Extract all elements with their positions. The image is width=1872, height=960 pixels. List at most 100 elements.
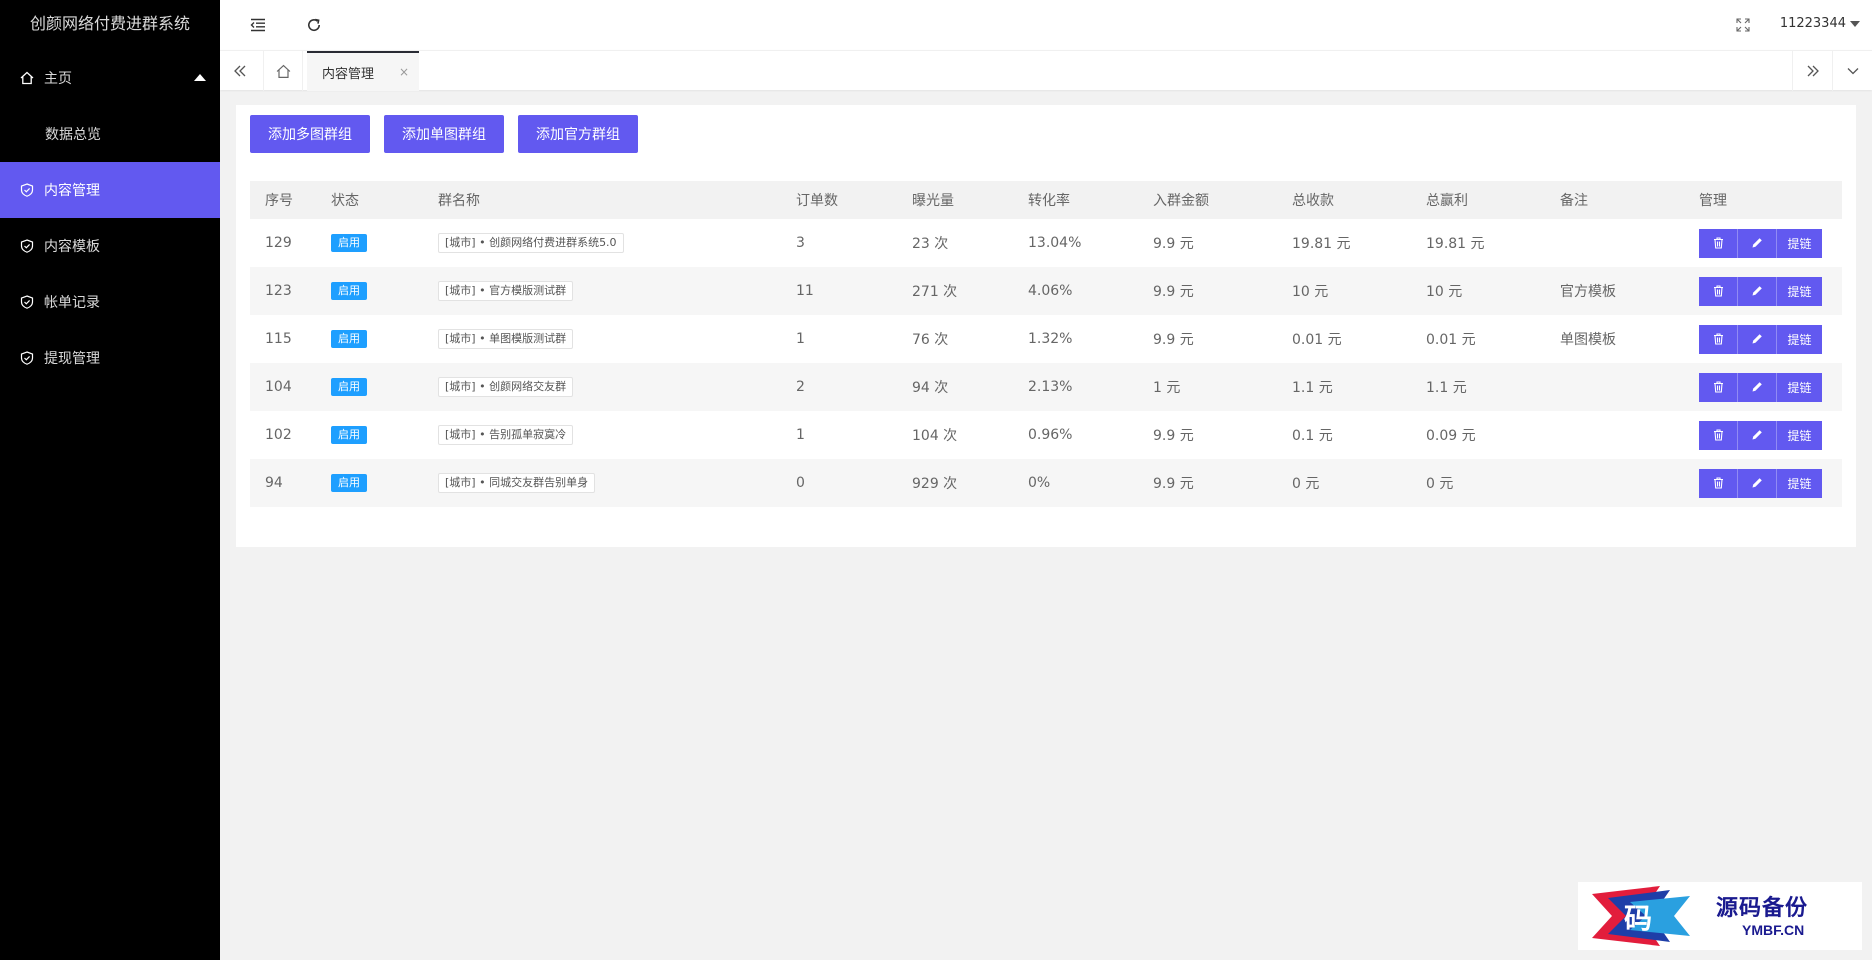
fullscreen-icon[interactable] xyxy=(1732,14,1754,36)
sidebar-subitem-overview[interactable]: 数据总览 xyxy=(0,106,220,162)
add-multi-group-button[interactable]: 添加多图群组 xyxy=(250,115,370,153)
sidebar-item-label: 内容模板 xyxy=(44,239,100,255)
sidebar-item-bills[interactable]: 帐单记录 xyxy=(0,274,220,330)
get-link-button[interactable]: 提链 xyxy=(1777,228,1822,258)
ops-cell: 提链 xyxy=(1684,315,1842,363)
status-cell: 启用 xyxy=(316,315,423,363)
sidebar-item-content[interactable]: 内容管理 xyxy=(0,162,220,218)
pencil-icon xyxy=(1752,478,1762,488)
cell-profit: 19.81 元 xyxy=(1426,236,1485,252)
cell-views: 271 次 xyxy=(912,284,958,300)
sidebar: 创颜网络付费进群系统 主页 数据总览 内容管理 内容模板 帐单记录 提现管理 xyxy=(0,0,220,960)
status-badge: 启用 xyxy=(331,330,367,348)
refresh-icon[interactable] xyxy=(303,14,325,36)
get-link-button[interactable]: 提链 xyxy=(1777,372,1822,402)
cell-orders: 0 xyxy=(796,475,805,491)
double-chevron-left-icon[interactable] xyxy=(220,51,260,91)
col-header: 备注 xyxy=(1560,193,1588,209)
status-cell: 启用 xyxy=(316,267,423,315)
cell-profit: 0.09 元 xyxy=(1426,428,1476,444)
cell-note xyxy=(1545,363,1684,411)
group-name-cell: [城市] • 创颜网络交友群 xyxy=(423,363,781,411)
edit-button[interactable] xyxy=(1738,276,1777,306)
trash-icon xyxy=(1713,477,1723,489)
edit-button[interactable] xyxy=(1738,420,1777,450)
get-link-button[interactable]: 提链 xyxy=(1777,468,1822,498)
add-single-group-button[interactable]: 添加单图群组 xyxy=(384,115,504,153)
table-row: 123 启用 [城市] • 官方模版测试群 11 271 次 4.06% 9.9 元 10 元… xyxy=(250,267,1842,315)
pencil-icon xyxy=(1752,286,1762,296)
delete-button[interactable] xyxy=(1699,276,1738,306)
cell-total: 1.1 元 xyxy=(1292,380,1333,396)
edit-button[interactable] xyxy=(1738,372,1777,402)
col-header: 状态 xyxy=(331,193,359,209)
group-name-cell: [城市] • 创颜网络付费进群系统5.0 xyxy=(423,219,781,267)
pencil-icon xyxy=(1752,238,1762,248)
shield-check-icon xyxy=(20,239,34,253)
row-actions: 提链 xyxy=(1699,276,1822,306)
table-row: 104 启用 [城市] • 创颜网络交友群 2 94 次 2.13% 1 元 1.1 元 1.1… xyxy=(250,363,1842,411)
delete-button[interactable] xyxy=(1699,468,1738,498)
tab-content-management[interactable]: 内容管理 × xyxy=(307,51,419,91)
col-header: 群名称 xyxy=(438,193,480,209)
cell-total: 0.01 元 xyxy=(1292,332,1342,348)
cell-fee: 9.9 元 xyxy=(1153,476,1194,492)
delete-button[interactable] xyxy=(1699,420,1738,450)
sidebar-item-withdraw[interactable]: 提现管理 xyxy=(0,330,220,386)
menu-fold-icon[interactable] xyxy=(247,14,269,36)
cell-fee: 9.9 元 xyxy=(1153,332,1194,348)
status-badge: 启用 xyxy=(331,378,367,396)
shield-check-icon xyxy=(20,295,34,309)
get-link-button[interactable]: 提链 xyxy=(1777,420,1822,450)
status-badge: 启用 xyxy=(331,426,367,444)
trash-icon xyxy=(1713,429,1723,441)
sidebar-item-home[interactable]: 主页 xyxy=(0,50,220,106)
delete-button[interactable] xyxy=(1699,324,1738,354)
tab-home-icon[interactable] xyxy=(263,51,303,91)
table-row: 129 启用 [城市] • 创颜网络付费进群系统5.0 3 23 次 13.04% 9.9 … xyxy=(250,219,1842,267)
ops-cell: 提链 xyxy=(1684,363,1842,411)
cell-note xyxy=(1545,219,1684,267)
add-official-group-button[interactable]: 添加官方群组 xyxy=(518,115,638,153)
cell-rate: 13.04% xyxy=(1028,235,1082,251)
cell-profit: 10 元 xyxy=(1426,284,1463,300)
group-name-tag: [城市] • 单图模版测试群 xyxy=(438,329,574,349)
cell-profit: 1.1 元 xyxy=(1426,380,1467,396)
sidebar-item-template[interactable]: 内容模板 xyxy=(0,218,220,274)
cell-orders: 1 xyxy=(796,427,805,443)
row-actions: 提链 xyxy=(1699,228,1822,258)
chevron-down-icon[interactable] xyxy=(1832,51,1872,91)
edit-button[interactable] xyxy=(1738,228,1777,258)
get-link-button[interactable]: 提链 xyxy=(1777,324,1822,354)
table-header-row: 序号 状态 群名称 订单数 曝光量 转化率 入群金额 总收款 总赢利 备注 管理 xyxy=(250,181,1842,219)
col-header: 总收款 xyxy=(1292,193,1334,209)
status-badge: 启用 xyxy=(331,282,367,300)
pencil-icon xyxy=(1752,430,1762,440)
row-actions: 提链 xyxy=(1699,372,1822,402)
user-menu[interactable]: 11223344 xyxy=(1780,16,1860,31)
cell-note xyxy=(1545,459,1684,507)
double-chevron-right-icon[interactable] xyxy=(1792,51,1832,91)
cell-total: 10 元 xyxy=(1292,284,1329,300)
cell-rate: 2.13% xyxy=(1028,379,1073,395)
pencil-icon xyxy=(1752,334,1762,344)
shield-check-icon xyxy=(20,183,34,197)
sidebar-item-label: 帐单记录 xyxy=(44,295,100,311)
group-name-cell: [城市] • 同城交友群告别单身 xyxy=(423,459,781,507)
watermark-cn: 源码备份 xyxy=(1716,895,1809,921)
cell-rate: 1.32% xyxy=(1028,331,1073,347)
row-actions: 提链 xyxy=(1699,420,1822,450)
group-name-tag: [城市] • 创颜网络交友群 xyxy=(438,377,574,397)
cell-fee: 9.9 元 xyxy=(1153,284,1194,300)
delete-button[interactable] xyxy=(1699,372,1738,402)
edit-button[interactable] xyxy=(1738,468,1777,498)
group-name-tag: [城市] • 官方模版测试群 xyxy=(438,281,574,301)
trash-icon xyxy=(1713,237,1723,249)
close-icon[interactable]: × xyxy=(399,65,409,79)
edit-button[interactable] xyxy=(1738,324,1777,354)
tab-label: 内容管理 xyxy=(322,66,375,82)
table-row: 94 启用 [城市] • 同城交友群告别单身 0 929 次 0% 9.9 元 0 元 0 元 提… xyxy=(250,459,1842,507)
get-link-button[interactable]: 提链 xyxy=(1777,276,1822,306)
delete-button[interactable] xyxy=(1699,228,1738,258)
watermark-en: YMBF.CN xyxy=(1742,922,1805,938)
